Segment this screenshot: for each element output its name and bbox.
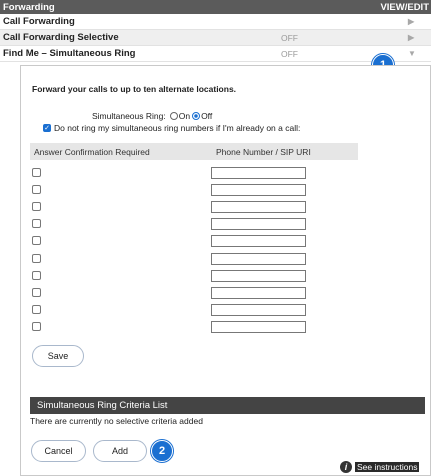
simring-label: Simultaneous Ring:: [92, 111, 166, 121]
phone-number-input[interactable]: [211, 252, 306, 265]
simultaneous-ring-toggle: Simultaneous Ring: On Off: [92, 111, 212, 121]
phone-number-input[interactable]: [211, 235, 306, 248]
row-call-forwarding[interactable]: Call Forwarding ▶: [0, 14, 431, 30]
row-label: Find Me – Simultaneous Ring: [3, 48, 136, 59]
row-find-me-simultaneous-ring[interactable]: Find Me – Simultaneous Ring OFF ▼: [0, 46, 431, 62]
answer-confirmation-checkbox[interactable]: [32, 287, 41, 297]
answer-confirmation-checkbox[interactable]: [32, 304, 41, 314]
answer-confirmation-checkbox[interactable]: [32, 270, 41, 280]
phone-number-input[interactable]: [211, 184, 306, 197]
add-button[interactable]: Add: [93, 440, 147, 462]
phone-number-input[interactable]: [211, 303, 306, 316]
on-radio[interactable]: [169, 112, 178, 120]
dont-ring-checkbox[interactable]: ✓: [43, 124, 51, 132]
collapse-arrow-icon[interactable]: ▼: [408, 49, 416, 58]
forwarding-title: Forwarding: [3, 1, 55, 13]
expand-arrow-icon[interactable]: ▶: [408, 17, 414, 26]
info-icon: i: [340, 461, 352, 473]
phone-number-input[interactable]: [211, 320, 306, 333]
on-label: On: [178, 111, 191, 121]
col-phone-number: Phone Number / SIP URI: [216, 146, 311, 157]
phone-number-input[interactable]: [211, 269, 306, 282]
answer-confirmation-checkbox[interactable]: [32, 321, 41, 331]
see-instructions-label: See instructions: [355, 462, 420, 472]
answer-confirmation-checkbox[interactable]: [32, 202, 41, 212]
col-answer-confirmation: Answer Confirmation Required: [34, 146, 150, 157]
phone-number-input[interactable]: [211, 218, 306, 231]
view-edit-link[interactable]: VIEW/EDIT: [380, 2, 429, 13]
answer-confirmation-checkbox[interactable]: [32, 185, 41, 195]
phone-number-input[interactable]: [211, 286, 306, 299]
status-text: OFF: [281, 48, 298, 59]
criteria-list-header: Simultaneous Ring Criteria List: [30, 397, 425, 414]
status-text: OFF: [281, 32, 298, 43]
dont-ring-label: Do not ring my simultaneous ring numbers…: [54, 123, 301, 133]
forwarding-header: Forwarding VIEW/EDIT: [0, 0, 431, 14]
locations-table-header: Answer Confirmation Required Phone Numbe…: [30, 143, 358, 160]
save-button[interactable]: Save: [32, 345, 84, 367]
answer-confirmation-checkbox[interactable]: [32, 236, 41, 246]
phone-number-input[interactable]: [211, 201, 306, 214]
cancel-button[interactable]: Cancel: [31, 440, 86, 462]
answer-confirmation-checkbox[interactable]: [32, 219, 41, 229]
row-label: Call Forwarding Selective: [3, 32, 119, 43]
dont-ring-option: ✓ Do not ring my simultaneous ring numbe…: [43, 123, 300, 133]
phone-number-input[interactable]: [211, 167, 306, 179]
panel-intro: Forward your calls to up to ten alternat…: [32, 84, 237, 94]
answer-confirmation-checkbox[interactable]: [32, 168, 41, 177]
row-call-forwarding-selective[interactable]: Call Forwarding Selective OFF ▶: [0, 30, 431, 46]
off-label: Off: [201, 111, 213, 121]
row-label: Call Forwarding: [3, 16, 75, 27]
answer-confirmation-checkbox[interactable]: [32, 253, 41, 263]
off-radio[interactable]: [192, 112, 201, 120]
see-instructions-link[interactable]: i See instructions: [340, 461, 420, 473]
step-badge-2: 2: [151, 440, 173, 462]
no-criteria-text: There are currently no selective criteri…: [30, 416, 203, 426]
expand-arrow-icon[interactable]: ▶: [408, 33, 414, 42]
